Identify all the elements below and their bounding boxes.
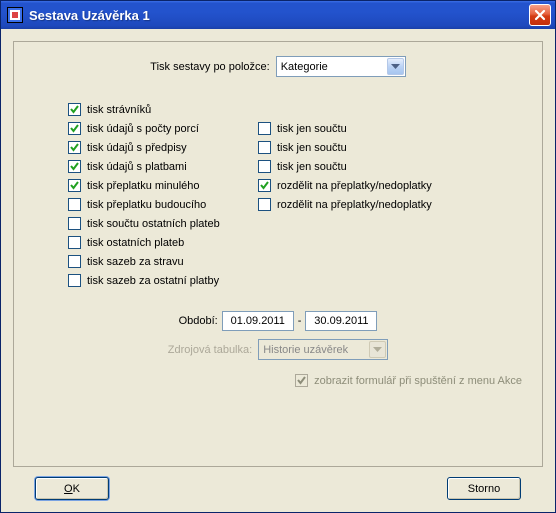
checkbox-box	[68, 160, 81, 173]
chevron-down-icon	[369, 341, 386, 358]
chk-jen-souctu-1[interactable]: tisk jen součtu	[258, 122, 430, 135]
checkbox-box	[68, 236, 81, 249]
close-button[interactable]	[529, 4, 551, 26]
close-icon	[534, 9, 546, 21]
period-row: Období: -	[34, 311, 522, 331]
chk-show-form: zobrazit formulář při spuštění z menu Ak…	[295, 374, 522, 387]
checkbox-label: tisk jen součtu	[277, 123, 347, 135]
checkbox-label: tisk ostatních plateb	[87, 237, 184, 249]
checkbox-box	[68, 103, 81, 116]
cancel-button[interactable]: Storno	[447, 477, 521, 500]
group-by-combo[interactable]: Kategorie	[276, 56, 406, 77]
client-area: Tisk sestavy po položce: Kategorie tisk …	[1, 29, 555, 512]
window-title: Sestava Uzávěrka 1	[29, 8, 529, 23]
checkbox-label: tisk jen součtu	[277, 142, 347, 154]
period-separator: -	[298, 315, 302, 327]
checkbox-box	[258, 198, 271, 211]
titlebar: Sestava Uzávěrka 1	[1, 1, 555, 29]
checkbox-label: rozdělit na přeplatky/nedoplatky	[277, 180, 432, 192]
group-by-combo-value: Kategorie	[281, 61, 328, 73]
checkbox-box	[258, 179, 271, 192]
date-to-input[interactable]	[305, 311, 377, 331]
chk-soucet-ostatnich[interactable]: tisk součtu ostatních plateb	[68, 217, 240, 230]
checkbox-box	[68, 141, 81, 154]
ok-underline: O	[64, 483, 73, 495]
checkbox-list: tisk strávníků tisk údajů s počty porcí …	[68, 103, 522, 287]
chk-udaje-porce[interactable]: tisk údajů s počty porcí	[68, 122, 240, 135]
chk-tisk-stravniku[interactable]: tisk strávníků	[68, 103, 240, 116]
chk-udaje-predpisy[interactable]: tisk údajů s předpisy	[68, 141, 240, 154]
checkbox-label: tisk údajů s platbami	[87, 161, 187, 173]
checkbox-label: zobrazit formulář při spuštění z menu Ak…	[314, 375, 522, 387]
checkbox-box	[295, 374, 308, 387]
chk-jen-souctu-3[interactable]: tisk jen součtu	[258, 160, 430, 173]
main-panel: Tisk sestavy po položce: Kategorie tisk …	[13, 41, 543, 467]
chk-sazby-strava[interactable]: tisk sazeb za stravu	[68, 255, 240, 268]
button-row: OK Storno	[13, 467, 543, 500]
checkbox-box	[68, 179, 81, 192]
checkbox-box	[68, 274, 81, 287]
chk-ostatni-platby[interactable]: tisk ostatních plateb	[68, 236, 240, 249]
chk-rozdelit-2[interactable]: rozdělit na přeplatky/nedoplatky	[258, 198, 432, 211]
checkbox-label: tisk součtu ostatních plateb	[87, 218, 220, 230]
checkbox-box	[258, 122, 271, 135]
dialog-window: Sestava Uzávěrka 1 Tisk sestavy po polož…	[0, 0, 556, 513]
checkbox-label: tisk přeplatku minulého	[87, 180, 200, 192]
app-icon	[7, 7, 23, 23]
chk-jen-souctu-2[interactable]: tisk jen součtu	[258, 141, 430, 154]
checkbox-label: tisk sazeb za ostatní platby	[87, 275, 219, 287]
checkbox-box	[258, 141, 271, 154]
source-combo: Historie uzávěrek	[258, 339, 388, 360]
checkbox-label: tisk jen součtu	[277, 161, 347, 173]
checkbox-label: tisk sazeb za stravu	[87, 256, 184, 268]
checkbox-label: tisk údajů s předpisy	[87, 142, 187, 154]
chevron-down-icon	[387, 58, 404, 75]
checkbox-box	[68, 198, 81, 211]
chk-sazby-ostatni[interactable]: tisk sazeb za ostatní platby	[68, 274, 240, 287]
checkbox-box	[68, 217, 81, 230]
date-from-input[interactable]	[222, 311, 294, 331]
ok-button[interactable]: OK	[35, 477, 109, 500]
checkbox-box	[68, 255, 81, 268]
chk-preplatek-budouci[interactable]: tisk přeplatku budoucího	[68, 198, 240, 211]
source-combo-value: Historie uzávěrek	[263, 344, 348, 356]
group-by-row: Tisk sestavy po položce: Kategorie	[34, 56, 522, 77]
checkbox-label: rozdělit na přeplatky/nedoplatky	[277, 199, 432, 211]
chk-rozdelit-1[interactable]: rozdělit na přeplatky/nedoplatky	[258, 179, 432, 192]
cancel-label: Storno	[468, 483, 500, 495]
ok-rest: K	[73, 483, 80, 495]
source-label: Zdrojová tabulka:	[168, 344, 252, 356]
checkbox-box	[68, 122, 81, 135]
checkbox-label: tisk přeplatku budoucího	[87, 199, 206, 211]
show-form-row: zobrazit formulář při spuštění z menu Ak…	[34, 374, 522, 387]
group-by-label: Tisk sestavy po položce:	[150, 61, 269, 73]
source-row: Zdrojová tabulka: Historie uzávěrek	[34, 339, 522, 360]
chk-udaje-platby[interactable]: tisk údajů s platbami	[68, 160, 240, 173]
chk-preplatek-minuly[interactable]: tisk přeplatku minulého	[68, 179, 240, 192]
checkbox-label: tisk údajů s počty porcí	[87, 123, 199, 135]
checkbox-label: tisk strávníků	[87, 104, 151, 116]
checkbox-box	[258, 160, 271, 173]
period-label: Období:	[179, 315, 218, 327]
